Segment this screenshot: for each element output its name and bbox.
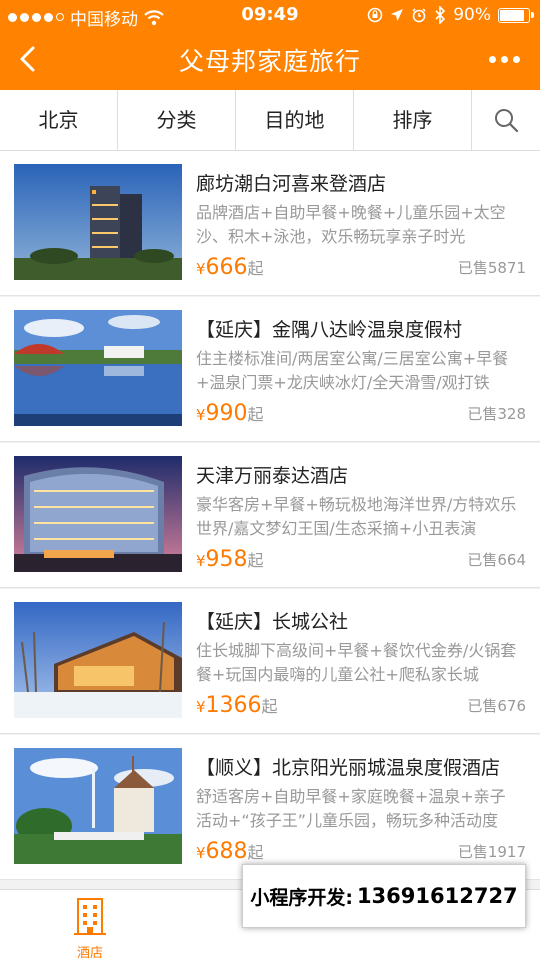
promo-phone: 13691612727 [356,884,518,908]
sold-count: 已售328 [467,405,526,423]
currency-symbol: ¥ [196,552,206,570]
navigation-bar: 父母邦家庭旅行 [0,30,540,90]
price: ¥990起 [196,401,264,426]
sold-count: 已售1917 [457,843,526,861]
hotel-name: 【延庆】金隅八达岭温泉度假村 [196,319,463,341]
battery-percent: 90% [453,5,491,25]
list-item[interactable]: 【延庆】长城公社 住长城脚下高级间+早餐+餐饮代金券/火锅套餐+玩国内最嗨的儿童… [0,589,540,734]
alarm-icon [412,8,426,23]
search-button[interactable] [472,90,540,150]
price-value: 958 [205,547,248,572]
status-right: 90% [367,5,534,25]
hotel-photo [14,164,182,280]
currency-symbol: ¥ [196,260,206,278]
filter-sort[interactable]: 排序 [354,90,472,150]
filter-bar: 北京 分类 目的地 排序 [0,90,540,151]
price-value: 990 [205,401,248,426]
hotel-name: 【顺义】北京阳光丽城温泉度假酒店 [196,757,501,779]
hotel-photo [14,748,182,864]
price-suffix: 起 [261,697,278,716]
more-menu-icon[interactable] [489,56,520,63]
price: ¥1366起 [196,693,278,718]
promo-banner: 小程序开发: 13691612727 [242,864,526,928]
hotel-photo [14,456,182,572]
tab-hotel[interactable]: 酒店 [55,896,125,961]
hotel-list: 廊坊潮白河喜来登酒店 品牌酒店+自助早餐+晚餐+儿童乐园+太空沙、积木+泳池，欢… [0,151,540,881]
price-suffix: 起 [247,405,264,424]
hotel-description: 住主楼标准间/两居室公寓/三居室公寓+早餐+温泉门票+龙庆峡冰灯/全天滑雪/观打… [196,349,509,392]
bluetooth-icon [435,6,446,24]
promo-label: 小程序开发: [250,886,353,909]
list-item[interactable]: 【延庆】金隅八达岭温泉度假村 住主楼标准间/两居室公寓/三居室公寓+早餐+温泉门… [0,297,540,442]
price: ¥666起 [196,255,264,280]
hotel-description: 住长城脚下高级间+早餐+餐饮代金券/火锅套餐+玩国内最嗨的儿童公社+爬私家长城 [196,641,517,684]
rotation-lock-icon [367,7,383,23]
search-icon [495,109,519,133]
hotel-building-icon [74,898,106,935]
currency-symbol: ¥ [196,844,206,862]
tab-hotel-label: 酒店 [76,946,103,961]
battery-icon [498,7,534,23]
sold-count: 已售664 [467,551,526,569]
hotel-name: 天津万丽泰达酒店 [196,465,349,487]
price-suffix: 起 [247,551,264,570]
list-item[interactable]: 【顺义】北京阳光丽城温泉度假酒店 舒适客房+自助早餐+家庭晚餐+温泉+亲子活动+… [0,735,540,880]
price-suffix: 起 [247,843,264,862]
hotel-description: 豪华客房+早餐+畅玩极地海洋世界/方特欢乐世界/嘉文梦幻王国/生态采摘+小丑表演 [196,495,517,538]
status-bar: 中国移动 09:49 90% [0,0,540,30]
price: ¥958起 [196,547,264,572]
filter-destination[interactable]: 目的地 [236,90,354,150]
page-title: 父母邦家庭旅行 [178,47,361,76]
currency-symbol: ¥ [196,406,206,424]
filter-category[interactable]: 分类 [118,90,236,150]
filter-city[interactable]: 北京 [0,90,118,150]
sold-count: 已售5871 [457,259,526,277]
hotel-description: 舒适客房+自助早餐+家庭晚餐+温泉+亲子活动+“孩子王”儿童乐园，畅玩多种活动度 [196,787,506,830]
price-value: 666 [205,255,248,280]
sold-count: 已售676 [467,697,526,715]
hotel-photo [14,310,182,426]
price: ¥688起 [196,839,264,864]
hotel-photo [14,602,182,718]
currency-symbol: ¥ [196,698,206,716]
hotel-name: 廊坊潮白河喜来登酒店 [196,173,387,195]
price-suffix: 起 [247,259,264,278]
price-value: 688 [205,839,248,864]
hotel-name: 【延庆】长城公社 [196,611,349,633]
list-item[interactable]: 廊坊潮白河喜来登酒店 品牌酒店+自助早餐+晚餐+儿童乐园+太空沙、积木+泳池，欢… [0,151,540,296]
list-item[interactable]: 天津万丽泰达酒店 豪华客房+早餐+畅玩极地海洋世界/方特欢乐世界/嘉文梦幻王国/… [0,443,540,588]
location-icon [391,9,404,21]
price-value: 1366 [205,693,262,718]
hotel-description: 品牌酒店+自助早餐+晚餐+儿童乐园+太空沙、积木+泳池，欢乐畅玩享亲子时光 [196,203,506,246]
